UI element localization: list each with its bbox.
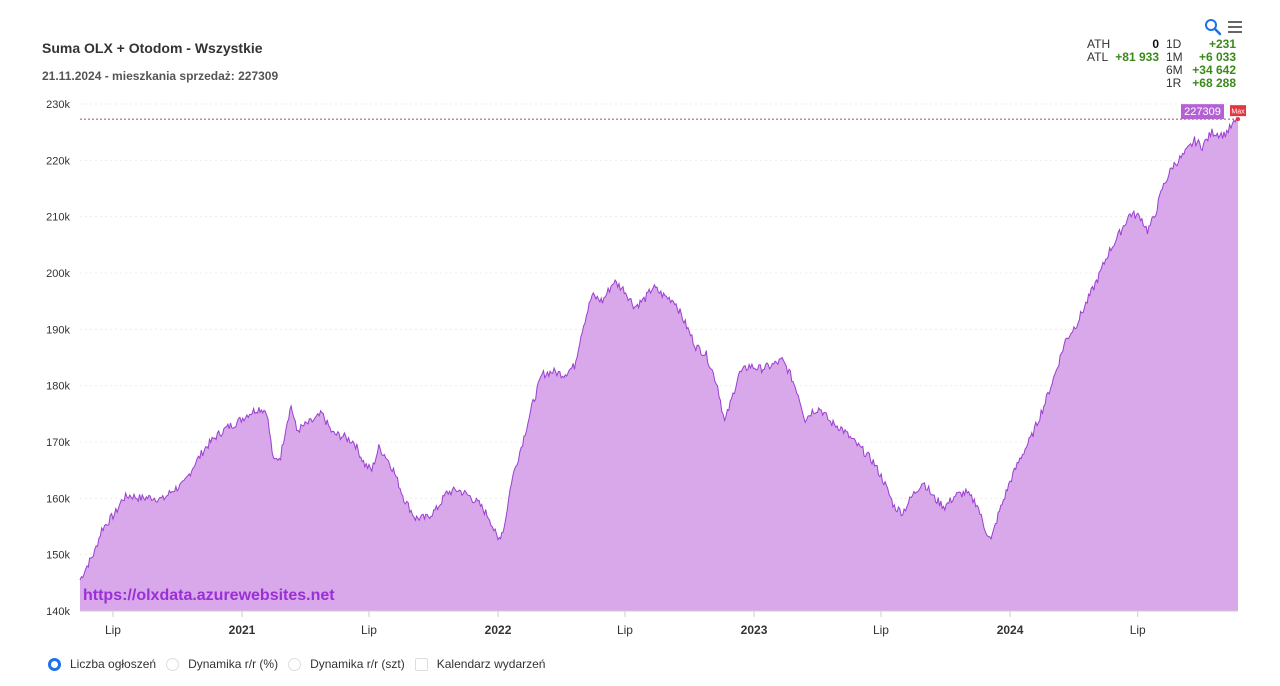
option-kalendarz[interactable]: Kalendarz wydarzeń — [414, 657, 546, 671]
x-tick-label: 2024 — [997, 623, 1024, 637]
stats-extremes: ATH 0 ATL +81 933 — [1087, 38, 1159, 64]
series-selector: Liczba ogłoszeń Dynamika r/r (%) Dynamik… — [48, 657, 555, 671]
y-tick-label: 150k — [46, 550, 70, 562]
chart-subtitle: 21.11.2024 - mieszkania sprzedaż: 227309 — [42, 69, 279, 83]
y-tick-label: 210k — [46, 212, 70, 224]
x-tick-label: Lip — [361, 623, 377, 637]
r1-value: +68 288 — [1192, 76, 1236, 90]
menu-icon[interactable] — [1226, 18, 1244, 36]
radio-icon[interactable] — [288, 657, 302, 671]
last-value-label: 227309 — [1184, 106, 1221, 118]
x-tick-label: 2023 — [741, 623, 768, 637]
x-tick-label: Lip — [1130, 623, 1146, 637]
option-label: Dynamika r/r (szt) — [310, 657, 405, 671]
zoom-icon[interactable] — [1204, 18, 1222, 36]
chart-title: Suma OLX + Otodom - Wszystkie — [42, 40, 263, 56]
area-chart: 140k 150k 160k 170k 180k 190k 200k 210k 220k 230k… — [46, 99, 1246, 637]
y-tick-label: 220k — [46, 155, 70, 167]
atl-value: +81 933 — [1115, 50, 1159, 64]
radio-selected-icon[interactable] — [48, 657, 61, 671]
option-dynamika-procent[interactable]: Dynamika r/r (%) — [166, 657, 278, 671]
stats-changes: 1D +231 1M +6 033 6M +34 642 1R +68 288 — [1166, 38, 1236, 90]
y-tick-label: 200k — [46, 268, 70, 280]
option-label: Dynamika r/r (%) — [188, 657, 279, 671]
radio-icon[interactable] — [166, 657, 180, 671]
x-tick-label: Lip — [105, 623, 121, 637]
series-area — [80, 117, 1238, 612]
checkbox-icon[interactable] — [414, 657, 428, 671]
max-point — [1236, 117, 1240, 122]
chart-toolbar — [1204, 18, 1244, 36]
option-label: Kalendarz wydarzeń — [436, 657, 546, 671]
x-tick-label: 2021 — [229, 623, 256, 637]
watermark-url: https://olxdata.azurewebsites.net — [83, 587, 335, 604]
x-tick-label: 2022 — [485, 623, 512, 637]
option-label: Liczba ogłoszeń — [70, 657, 157, 671]
x-tick-label: Lip — [873, 623, 889, 637]
y-tick-label: 170k — [46, 437, 70, 449]
atl-label: ATL — [1087, 50, 1109, 64]
option-dynamika-szt[interactable]: Dynamika r/r (szt) — [288, 657, 405, 671]
y-tick-label: 230k — [46, 99, 70, 111]
option-liczba-ogloszen[interactable]: Liczba ogłoszeń — [48, 657, 156, 671]
r1-label: 1R — [1166, 76, 1182, 90]
max-badge-label: Max — [1231, 109, 1245, 116]
y-tick-label: 190k — [46, 324, 70, 336]
y-tick-label: 160k — [46, 493, 70, 505]
y-tick-label: 140k — [46, 606, 70, 618]
y-tick-label: 180k — [46, 381, 70, 393]
x-tick-label: Lip — [617, 623, 633, 637]
